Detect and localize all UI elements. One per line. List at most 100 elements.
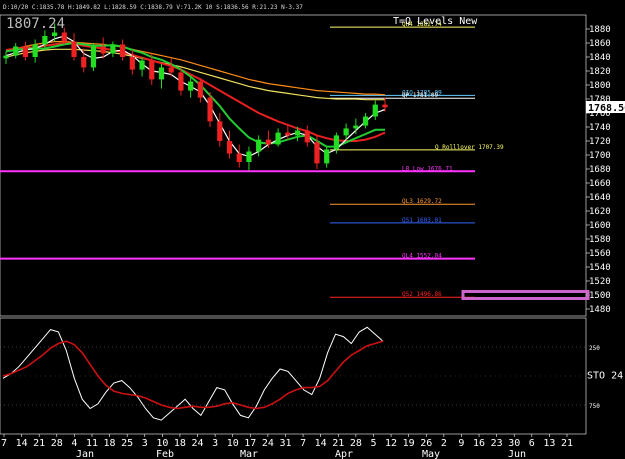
- candle-body: [226, 141, 233, 154]
- candle-body: [168, 67, 174, 73]
- x-tick-label: 24: [262, 438, 274, 449]
- candle-body: [120, 44, 126, 57]
- oscillator-pane[interactable]: 250 750 STO 24.: [0, 317, 625, 435]
- candle-body: [100, 46, 106, 54]
- symbol-price: 1807.24: [6, 16, 65, 32]
- x-tick-label: 28: [350, 438, 362, 449]
- y-tick-label: 1480: [589, 305, 611, 315]
- y-tick-label: 1820: [589, 67, 611, 77]
- level-label: QL3 1629.72: [402, 198, 442, 205]
- y-tick-label: 1620: [589, 207, 611, 217]
- y-tick-label: 1560: [589, 249, 611, 259]
- x-tick-label: 11: [86, 438, 98, 449]
- y-tick-label: 1880: [589, 25, 611, 35]
- oscillator-tick-label: 750: [589, 403, 600, 410]
- x-tick-label: 10: [227, 438, 239, 449]
- x-tick-label: 25: [121, 438, 133, 449]
- y-tick-label: 1680: [589, 165, 611, 175]
- y-tick-label: 1540: [589, 263, 611, 273]
- level-label: QS2 1496.86: [402, 291, 442, 298]
- y-tick-label: 1640: [589, 193, 611, 203]
- level-label: QP 1781.09: [402, 92, 439, 99]
- candle-body: [178, 72, 184, 91]
- x-tick-label: 31: [279, 438, 291, 449]
- candle-body: [217, 121, 223, 141]
- x-tick-label: 6: [529, 438, 535, 449]
- candle-body: [71, 41, 77, 57]
- candle-body: [188, 81, 194, 91]
- candle-body: [382, 104, 388, 108]
- price-plot-frame: [0, 14, 587, 317]
- last-price-label: 1768.56: [588, 103, 625, 114]
- y-tick-label: 1840: [589, 53, 611, 63]
- y-tick-label: 1800: [589, 81, 611, 91]
- x-tick-label: 19: [403, 438, 415, 449]
- x-tick-label: 13: [543, 438, 555, 449]
- candle-body: [110, 44, 116, 54]
- x-tick-label: 3: [212, 438, 218, 449]
- candle-body: [32, 44, 38, 57]
- x-tick-label: 21: [33, 438, 45, 449]
- y-tick-label: 1740: [589, 123, 611, 133]
- candle-body: [256, 139, 262, 152]
- candle-body: [207, 97, 213, 122]
- y-tick-label: 1580: [589, 235, 611, 245]
- x-tick-label: 26: [420, 438, 432, 449]
- candle-body: [372, 104, 378, 117]
- x-month-label: Jan: [76, 449, 94, 459]
- candle-body: [13, 46, 19, 56]
- candle-body: [197, 81, 203, 98]
- candle-body: [42, 36, 48, 45]
- candle-body: [61, 32, 67, 42]
- x-tick-label: 28: [51, 438, 63, 449]
- x-month-label: Feb: [156, 449, 174, 459]
- x-tick-label: 18: [104, 438, 116, 449]
- x-tick-label: 14: [315, 438, 327, 449]
- candle-body: [90, 46, 97, 68]
- x-tick-label: 23: [491, 438, 503, 449]
- candle-body: [81, 57, 87, 68]
- x-tick-label: 10: [156, 438, 168, 449]
- candle-body: [343, 128, 349, 136]
- x-tick-label: 14: [16, 438, 28, 449]
- y-tick-label: 1860: [589, 39, 611, 49]
- x-tick-label: 24: [192, 438, 204, 449]
- x-tick-label: 18: [174, 438, 186, 449]
- candle-body: [362, 116, 369, 126]
- x-tick-label: 17: [244, 438, 256, 449]
- candle-body: [294, 130, 301, 136]
- candle-body: [149, 60, 155, 80]
- candle-body: [51, 32, 58, 36]
- x-tick-label: 9: [458, 438, 464, 449]
- chart-canvas: 1480 1500 1520 1540 1560 1580 1600 1620 1640 1660…: [0, 0, 625, 459]
- ohlc-readout: D:10/20 C:1835.78 H:1849.82 L:1828.59 C:…: [3, 4, 303, 11]
- x-tick-label: 16: [473, 438, 485, 449]
- candle-body: [158, 67, 165, 80]
- legend-entry: T=Q Levels New: [393, 16, 478, 27]
- level-label: QS1 1603.01: [402, 217, 442, 224]
- candle-body: [139, 60, 145, 70]
- y-tick-label: 1720: [589, 137, 611, 147]
- price-pane[interactable]: 1480 1500 1520 1540 1560 1580 1600 1620 1640 1660…: [0, 14, 625, 317]
- x-month-label: May: [422, 449, 440, 459]
- candle-body: [275, 132, 281, 145]
- candle-body: [333, 135, 340, 150]
- x-tick-label: 21: [561, 438, 573, 449]
- candle-body: [236, 153, 242, 162]
- oscillator-label: STO 24.: [587, 370, 625, 381]
- x-tick-label: 12: [385, 438, 397, 449]
- candle-body: [314, 142, 320, 164]
- x-tick-label: 5: [370, 438, 376, 449]
- level-label: QL4 1552.04: [402, 253, 442, 260]
- x-tick-label: 21: [332, 438, 344, 449]
- level-label: Q Rolllover 1707.39: [435, 144, 504, 151]
- x-tick-label: 7: [1, 438, 7, 449]
- x-tick-label: 2: [441, 438, 447, 449]
- x-tick-label: 4: [71, 438, 77, 449]
- x-month-label: Mar: [240, 449, 258, 459]
- y-tick-label: 1700: [589, 151, 611, 161]
- oscillator-frame: [0, 317, 587, 435]
- x-tick-label: 7: [300, 438, 306, 449]
- candle-body: [353, 125, 359, 129]
- oscillator-tick-label: 250: [589, 345, 600, 352]
